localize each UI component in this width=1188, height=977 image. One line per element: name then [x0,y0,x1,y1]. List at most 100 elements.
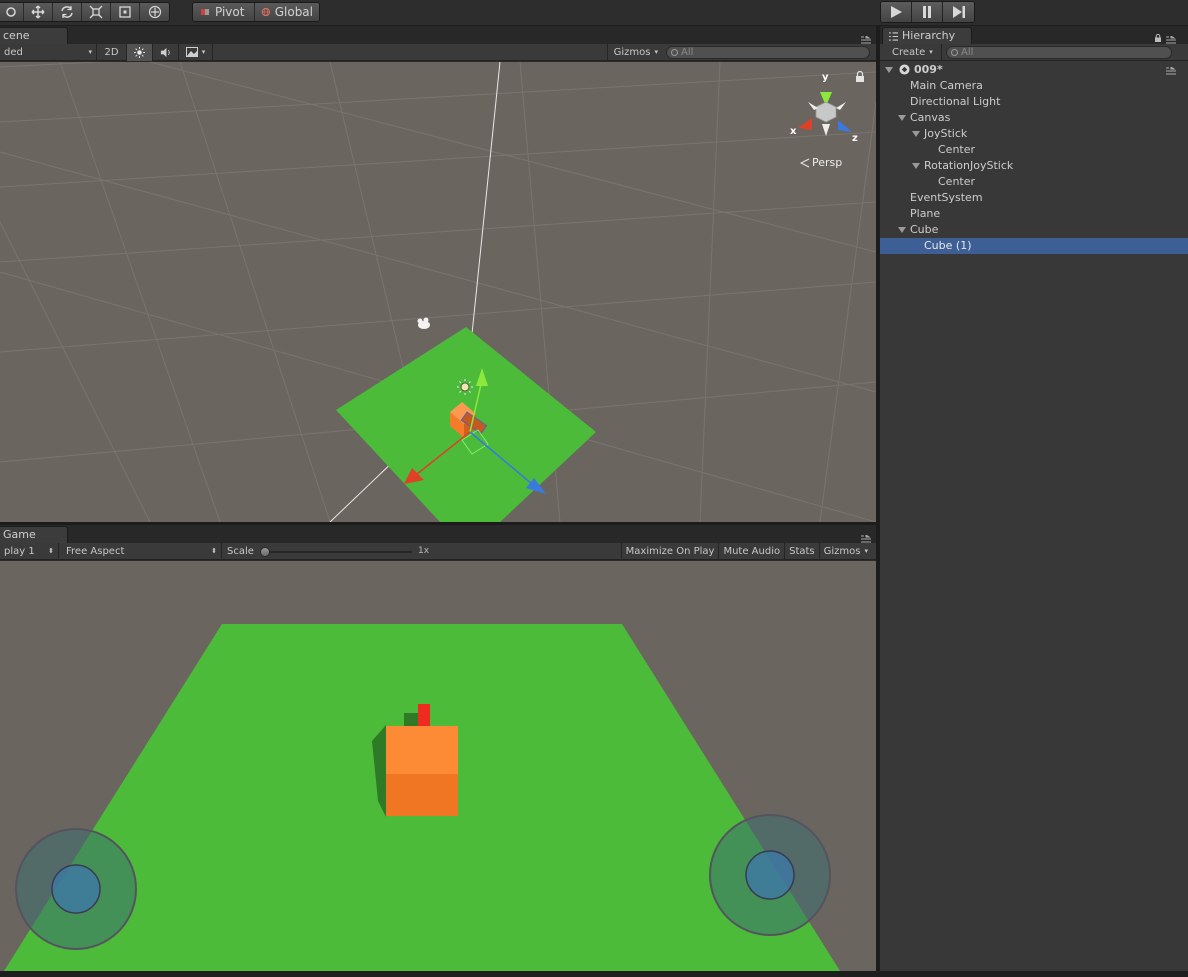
transform-tools [0,2,170,22]
lighting-toggle-button[interactable] [127,43,153,61]
step-forward-icon [952,6,965,18]
camera-gizmo-icon[interactable] [417,317,431,330]
scene-root-row[interactable]: 009* [880,62,1188,78]
scene-viewport[interactable]: y x z Persp [0,62,876,522]
hierarchy-item-label: Cube [910,223,939,236]
game-gizmos-dropdown[interactable]: Gizmos ▾ [820,543,876,560]
hierarchy-item-directional-light[interactable]: Directional Light [880,94,1188,110]
expand-arrow-icon[interactable] [885,67,893,73]
playback-controls [880,1,975,23]
transform-combo-icon [148,5,161,19]
scene-orientation-gizmo[interactable] [798,92,852,136]
global-button[interactable]: Global [255,3,319,21]
scale-slider-group: Scale 1x [222,543,434,560]
step-button[interactable] [943,2,974,22]
hierarchy-item-label: Center [938,175,976,188]
tab-scene[interactable]: cene [0,27,68,44]
scale-slider-thumb[interactable] [260,546,270,557]
scale-icon [89,5,103,19]
stats-label: Stats [789,545,815,557]
rect-tool-button[interactable] [111,3,141,21]
aspect-dropdown[interactable]: Free Aspect ⬍ [59,542,222,560]
lock-icon[interactable] [1154,34,1162,42]
game-viewport[interactable] [0,561,876,971]
scene-tab-strip [0,26,876,44]
hierarchy-item-cube[interactable]: Cube [880,222,1188,238]
scale-tool-button[interactable] [82,3,112,21]
hierarchy-toolbar: Create ▾ All [880,43,1188,61]
effects-dropdown[interactable]: ▾ [179,43,213,61]
bottom-status-strip [0,971,1188,977]
aspect-label: Free Aspect [66,545,125,557]
create-dropdown[interactable]: Create ▾ [880,43,942,61]
hierarchy-item-label: EventSystem [910,191,983,204]
expand-arrow-icon[interactable] [912,163,920,169]
scene-search-placeholder: All [681,46,694,58]
hierarchy-item-cube-1[interactable]: Cube (1) [880,238,1188,254]
hierarchy-tabbar: Hierarchy [880,26,1188,44]
panel-menu-icon[interactable] [1166,36,1176,44]
rotation-joystick[interactable] [709,814,831,936]
mute-audio-toggle[interactable]: Mute Audio [719,542,786,560]
persp-label[interactable]: Persp [800,156,842,169]
movement-joystick[interactable] [15,828,137,950]
dropdown-arrow-icon: ▾ [929,47,933,56]
tab-game[interactable]: Game [0,526,68,543]
hierarchy-item-joystick[interactable]: JoyStick [880,126,1188,142]
tab-hierarchy[interactable]: Hierarchy [882,27,972,44]
play-button[interactable] [881,2,912,22]
scene-gizmos-dropdown[interactable]: Gizmos ▾ [606,43,664,61]
stats-toggle[interactable]: Stats [785,542,820,560]
rotate-tool-button[interactable] [53,3,83,21]
shading-mode-dropdown[interactable]: ded ▾ [0,43,97,61]
hierarchy-item-label: Canvas [910,111,951,124]
create-label: Create [892,46,926,58]
pause-icon [923,6,931,18]
scale-slider-track[interactable] [264,550,412,553]
dropdown-arrow-icon: ▾ [201,47,206,56]
persp-text: Persp [812,156,843,169]
game-tab-strip [0,525,876,543]
pause-button[interactable] [912,2,943,22]
expand-arrow-icon[interactable] [912,131,920,137]
transform-tool-button[interactable] [140,3,169,21]
movement-joystick-handle[interactable] [51,864,101,914]
dropdown-arrow-icon: ▾ [654,47,658,56]
hierarchy-item-label: Directional Light [910,95,1001,108]
hand-tool-button[interactable] [0,3,25,21]
hierarchy-item-rotation-joystick[interactable]: RotationJoyStick [880,158,1188,174]
maximize-on-play-toggle[interactable]: Maximize On Play [620,542,720,560]
panel-menu-icon[interactable] [861,36,871,44]
hierarchy-tab-label: Hierarchy [902,29,956,42]
scene-menu-icon[interactable] [1166,67,1176,75]
hierarchy-item-main-camera[interactable]: Main Camera [880,78,1188,94]
hierarchy-item-label: Main Camera [910,79,983,92]
expand-arrow-icon[interactable] [898,227,906,233]
2d-toggle-button[interactable]: 2D [97,43,127,61]
axis-label-x: x [790,126,797,137]
display-dropdown[interactable]: play 1 ⬍ [0,542,59,560]
hierarchy-item-eventsystem[interactable]: EventSystem [880,190,1188,206]
scene-tab-label: cene [3,29,30,42]
image-effects-icon [185,47,198,57]
pivot-button[interactable]: Pivot [193,3,255,21]
hierarchy-search-input[interactable]: All [946,45,1172,59]
axis-label-y: y [822,72,829,83]
expand-arrow-icon[interactable] [898,115,906,121]
game-cube-upper [386,726,458,774]
shading-mode-label: ded [4,46,23,58]
updown-arrow-icon: ⬍ [211,546,217,555]
move-tool-button[interactable] [24,3,54,21]
hierarchy-item-canvas[interactable]: Canvas [880,110,1188,126]
game-gizmos-label: Gizmos [823,545,861,557]
hierarchy-item-rotation-center[interactable]: Center [880,174,1188,190]
hierarchy-item-label: Cube (1) [924,239,972,252]
audio-toggle-button[interactable] [153,43,179,61]
hierarchy-item-joystick-center[interactable]: Center [880,142,1188,158]
play-icon [891,6,902,18]
scene-search-input[interactable]: All [666,45,870,59]
rotation-joystick-handle[interactable] [745,850,795,900]
hierarchy-item-plane[interactable]: Plane [880,206,1188,222]
game-tabbar: Game [0,525,876,543]
game-tab-label: Game [3,528,36,541]
